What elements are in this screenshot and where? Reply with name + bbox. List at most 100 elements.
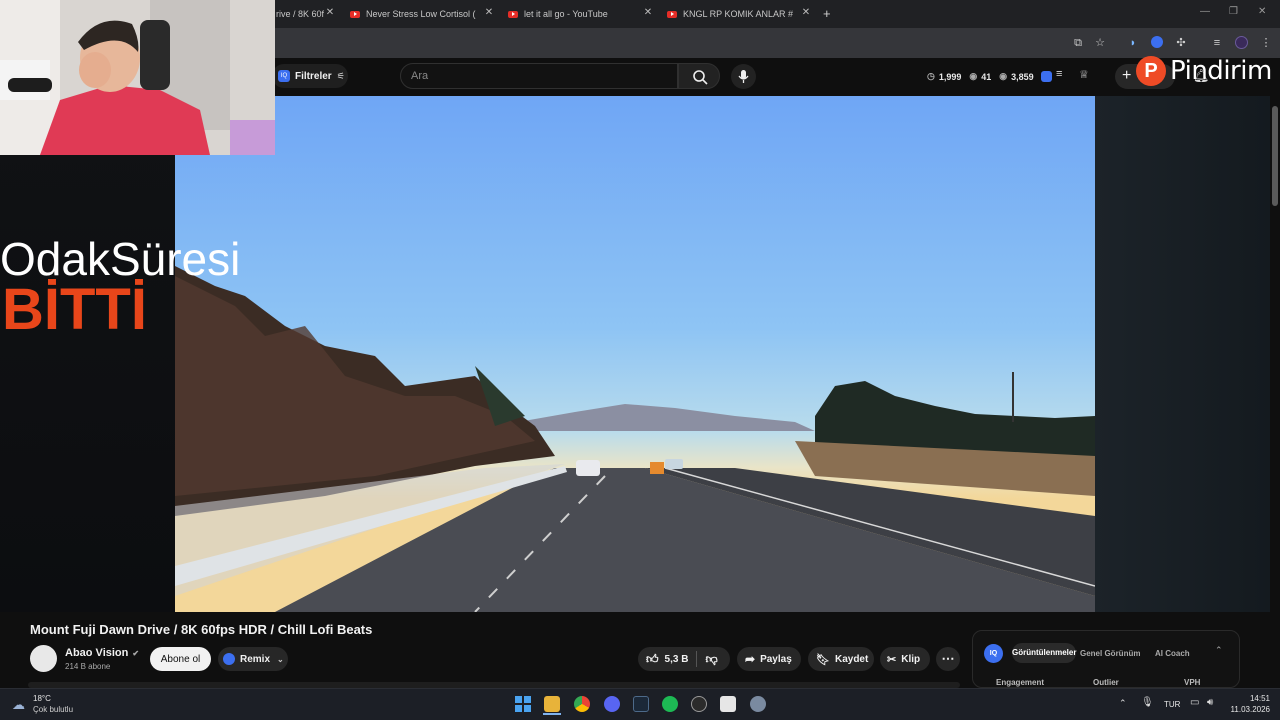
vidiq-logo-icon: IQ <box>984 644 1003 663</box>
browser-menu-icon[interactable]: ⋮ <box>1259 36 1273 50</box>
close-icon[interactable]: ✕ <box>800 7 812 18</box>
video-player[interactable] <box>175 96 1095 612</box>
page-scrollbar[interactable] <box>1270 96 1280 688</box>
close-icon[interactable]: ✕ <box>324 7 336 18</box>
voice-search-button[interactable] <box>731 64 756 89</box>
search-icon <box>693 70 708 85</box>
steam-icon[interactable] <box>633 696 649 712</box>
webcam-feed <box>0 0 275 155</box>
stat-a: 1,999 <box>938 71 962 82</box>
tab-views[interactable]: Görüntülenmeler <box>1012 643 1076 663</box>
browser-tab[interactable]: KNGL RP KOMIK ANLAR #4 - Yo ✕ <box>667 4 812 24</box>
save-button[interactable]: 🔖︎ Kaydet <box>808 647 874 671</box>
file-explorer-icon[interactable] <box>544 696 560 712</box>
clip-button[interactable]: ✂ Klip <box>880 647 930 671</box>
browser-tab[interactable]: rive / 8K 60f ✕ <box>276 4 336 24</box>
trophy-icon[interactable]: ♕ <box>1079 68 1089 81</box>
remix-button[interactable]: Remix ⌄ <box>218 647 288 671</box>
ambient-right <box>1095 96 1270 612</box>
channel-name: Abao Vision <box>65 647 129 659</box>
microphone-icon <box>738 70 749 83</box>
filters-label: Filtreler <box>295 70 332 82</box>
start-windows-icon[interactable] <box>515 696 531 712</box>
vidiq-badge-icon[interactable] <box>1041 71 1052 82</box>
views-icon: ◉ <box>999 71 1008 81</box>
chevron-up-tray-icon[interactable]: ⌃ <box>1119 698 1127 709</box>
verified-icon: ✔ <box>132 648 140 658</box>
tab-title: KNGL RP KOMIK ANLAR #4 - Yo <box>683 9 793 19</box>
remix-label: Remix <box>240 653 271 665</box>
column-vph: VPH <box>1184 678 1201 687</box>
like-dislike-group: 👍︎ 5,3 B 👎︎ <box>638 647 730 671</box>
reading-list-icon[interactable]: ≡ <box>1210 36 1224 50</box>
pindirim-watermark: P Pindirim <box>1136 56 1272 86</box>
column-outlier: Outlier <box>1093 678 1119 687</box>
webcam-overlay <box>0 0 275 155</box>
close-icon[interactable]: ✕ <box>483 7 495 18</box>
search-button[interactable] <box>678 63 720 89</box>
channel-avatar[interactable] <box>30 645 57 672</box>
install-icon[interactable]: ⧉ <box>1071 36 1085 50</box>
vidiq-icon <box>223 653 235 665</box>
divider <box>696 651 698 667</box>
video-title: Mount Fuji Dawn Drive / 8K 60fps HDR / C… <box>30 622 373 637</box>
window-close-icon[interactable]: ✕ <box>1258 6 1266 17</box>
extension-wave-icon[interactable]: ◗ <box>1126 36 1140 50</box>
share-button[interactable]: ➦ Paylaş <box>737 647 801 671</box>
clock-date[interactable]: 11.03.2026 <box>1222 705 1270 714</box>
dislike-icon[interactable]: 👎︎ <box>705 652 717 667</box>
chevron-down-icon: ⌄ <box>277 654 284 664</box>
tab-title: Never Stress Low Cortisol (play <box>366 9 476 19</box>
weather-temp[interactable]: 18°C <box>33 694 51 703</box>
tab-overview[interactable]: Genel Görünüm <box>1080 649 1140 658</box>
save-label: Kaydet <box>834 653 869 665</box>
settings-gear-icon[interactable] <box>750 696 766 712</box>
tab-title: rive / 8K 60f <box>276 9 325 19</box>
microphone-tray-icon[interactable]: 🎙︎ <box>1141 697 1154 708</box>
channel-name-row[interactable]: Abao Vision ✔ <box>65 647 139 659</box>
stat-c: 3,859 <box>1011 71 1034 82</box>
like-count[interactable]: 5,3 B <box>665 654 689 665</box>
pindirim-logo-icon: P <box>1136 56 1166 86</box>
minimize-icon[interactable]: — <box>1200 6 1210 17</box>
language-indicator[interactable]: TUR <box>1164 700 1180 709</box>
profile-avatar[interactable] <box>1234 36 1248 50</box>
clock-time[interactable]: 14:51 <box>1228 694 1270 703</box>
chrome-icon[interactable] <box>574 696 590 712</box>
scissors-icon: ✂ <box>887 653 897 666</box>
watermark-text: Pindirim <box>1170 56 1272 86</box>
tab-title: let it all go - YouTube <box>524 9 608 19</box>
search-input[interactable]: Ara <box>400 63 678 89</box>
sliders-icon: ⚟ <box>336 70 345 81</box>
subscribe-button[interactable]: Abone ol <box>150 647 211 671</box>
tab-ai-coach[interactable]: AI Coach <box>1155 649 1190 658</box>
weather-desc[interactable]: Çok bulutlu <box>33 705 73 714</box>
close-icon[interactable]: ✕ <box>642 7 654 18</box>
bookmark-star-icon[interactable]: ☆ <box>1093 36 1107 50</box>
new-tab-button[interactable]: + <box>823 6 831 21</box>
subscriber-count: 214 B abone <box>65 662 111 671</box>
youtube-icon <box>508 10 518 18</box>
browser-tab[interactable]: let it all go - YouTube ✕ <box>508 4 654 24</box>
network-icon[interactable]: ▭ <box>1190 697 1199 708</box>
clock-icon: ◷ <box>927 71 935 81</box>
browser-tab[interactable]: Never Stress Low Cortisol (play ✕ <box>350 4 495 24</box>
share-icon: ➦ <box>745 652 756 666</box>
volume-icon[interactable]: 🔊︎ <box>1207 697 1213 708</box>
filters-button[interactable]: IQ Filtreler ⚟ <box>272 64 348 88</box>
list-icon[interactable]: ≡ <box>1056 68 1062 80</box>
more-actions-button[interactable]: ⋯ <box>936 647 960 671</box>
youtube-icon <box>667 10 677 18</box>
capcut-icon[interactable] <box>720 696 736 712</box>
ambient-left <box>0 96 175 612</box>
maximize-icon[interactable]: ❐ <box>1229 6 1238 17</box>
cloud-weather-icon[interactable]: ☁ <box>12 697 25 713</box>
eye-icon: ◉ <box>969 71 978 81</box>
spotify-icon[interactable] <box>662 696 678 712</box>
extensions-puzzle-icon[interactable]: ✣ <box>1174 36 1188 50</box>
extension-vidiq-icon[interactable] <box>1150 36 1164 50</box>
chevron-up-icon[interactable]: ⌃ <box>1215 645 1223 656</box>
app-icon[interactable] <box>691 696 707 712</box>
like-icon[interactable]: 👍︎ <box>646 652 659 667</box>
discord-icon[interactable] <box>604 696 620 712</box>
